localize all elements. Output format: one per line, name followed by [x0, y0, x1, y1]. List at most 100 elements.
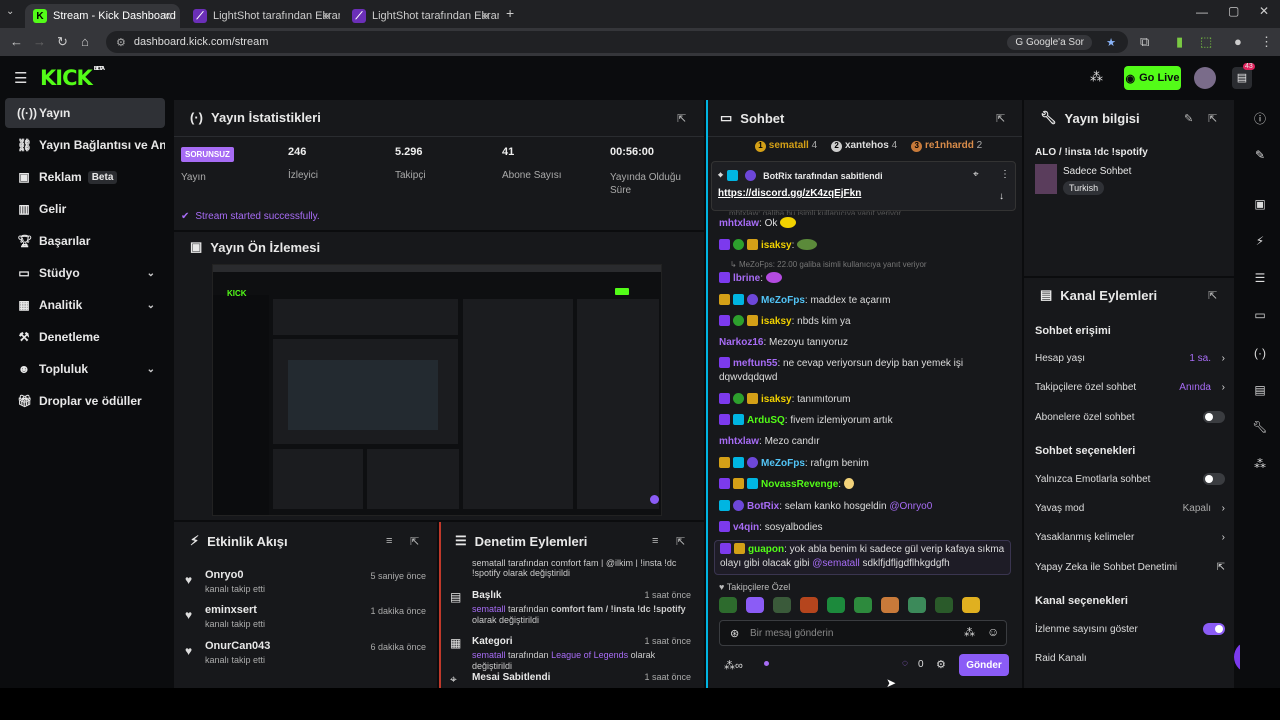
emote-button[interactable] — [773, 597, 791, 613]
chat-icon[interactable]: ▭ — [1240, 301, 1280, 329]
chat-username[interactable]: BotRix — [747, 501, 779, 512]
emote-button[interactable] — [800, 597, 818, 613]
emote-button[interactable] — [935, 597, 953, 613]
send-button[interactable]: Gönder — [959, 654, 1009, 676]
tab-close-icon[interactable]: ✕ — [482, 10, 491, 23]
emote-button[interactable] — [719, 597, 737, 613]
chat-username[interactable]: lbrine — [733, 273, 760, 284]
translate-icon[interactable]: ⬚ — [1200, 34, 1212, 50]
channel-icon[interactable]: ▤ — [1240, 376, 1280, 404]
chat-settings-icon[interactable]: ⊛ — [730, 627, 739, 640]
list-icon[interactable]: ☰ — [1240, 264, 1280, 292]
more-options-icon[interactable]: ⋮ — [1000, 169, 1010, 180]
pinned-link[interactable]: https://discord.gg/zK4zqEjFkn — [718, 188, 861, 199]
chat-username[interactable]: NovassRevenge — [761, 479, 838, 490]
url-input[interactable]: ⚙ dashboard.kick.com/stream G Google'a S… — [106, 31, 1128, 53]
tab-lightshot-2[interactable]: ⟋ LightShot tarafından Ekran Gör ✕ — [344, 4, 499, 28]
setting-follower-chat[interactable]: Takipçilere özel sohbet Anında › — [1035, 382, 1225, 393]
chat-username[interactable]: ArduSQ — [747, 415, 785, 426]
extension-icon[interactable]: ▮ — [1176, 34, 1183, 50]
popout-icon[interactable]: ⇱ — [1208, 112, 1217, 125]
chat-username[interactable]: mhtxlaw — [719, 218, 759, 229]
tab-close-icon[interactable]: ✕ — [163, 10, 172, 23]
community-icon[interactable]: ⁂∞ — [724, 659, 743, 672]
sidebar-item-reklam[interactable]: ▣ Reklam Beta — [5, 162, 165, 192]
tab-lightshot-1[interactable]: ⟋ LightShot tarafından Ekran Gör ✕ — [185, 4, 340, 28]
filter-icon[interactable]: ≡ — [652, 535, 658, 547]
emote-button[interactable] — [962, 597, 980, 613]
filter-icon[interactable]: ≡ — [386, 535, 392, 547]
emote-button[interactable] — [854, 597, 872, 613]
chat-username[interactable]: MeZoFps — [761, 458, 805, 469]
wrench-icon[interactable]: 🔧︎ — [1240, 413, 1280, 441]
chat-username[interactable]: Narkoz16 — [719, 337, 763, 348]
reload-icon[interactable]: ↻ — [57, 34, 68, 50]
user-avatar[interactable] — [1194, 67, 1216, 89]
activity-user[interactable]: eminxsert — [205, 604, 257, 616]
activity-user[interactable]: OnurCan043 — [205, 640, 270, 652]
emote-only-toggle[interactable] — [1203, 473, 1225, 485]
sidebar-item-gelir[interactable]: ▥ Gelir — [5, 194, 165, 224]
sidebar-item-stream-key[interactable]: ⛓ Yayın Bağlantısı ve Anahtar — [5, 130, 165, 160]
chat-username[interactable]: v4qin — [733, 522, 759, 533]
gifter-item[interactable]: 2 xantehos 4 — [831, 140, 897, 152]
gifter-item[interactable]: 3 re1nhardd 2 — [911, 140, 982, 152]
chat-username[interactable]: isaksy — [761, 394, 792, 405]
back-icon[interactable]: ← — [10, 34, 23, 49]
google-lens-button[interactable]: G Google'a Sor — [1007, 34, 1092, 50]
home-icon[interactable]: ⌂ — [81, 34, 89, 49]
sub-chat-toggle[interactable] — [1203, 411, 1225, 423]
expand-down-icon[interactable]: ↓ — [999, 191, 1004, 202]
minimize-icon[interactable]: — — [1196, 5, 1208, 19]
stats-icon[interactable]: ▣ — [1240, 190, 1280, 218]
sidebar-item-studyo[interactable]: ▭ Stüdyo ⌄ — [5, 258, 165, 288]
emoji-icon[interactable]: ☺ — [987, 625, 999, 639]
sidebar-item-analitik[interactable]: ▦ Analitik ⌄ — [5, 290, 165, 320]
setting-ai-moderation[interactable]: Yapay Zeka ile Sohbet Denetimi ⇱ — [1035, 562, 1225, 573]
chat-username[interactable]: meftun55 — [733, 358, 777, 369]
mod-user[interactable]: sematall — [472, 604, 506, 614]
broadcast-icon[interactable]: (·) — [1240, 339, 1280, 367]
hamburger-menu-icon[interactable]: ☰ — [14, 69, 27, 87]
setting-slow-mode[interactable]: Yavaş mod Kapalı › — [1035, 503, 1225, 514]
chat-username[interactable]: isaksy — [761, 316, 792, 327]
tab-kick-dashboard[interactable]: K Stream - Kick Dashboard ✕ — [25, 4, 180, 28]
chat-input[interactable]: ⊛ Bir mesaj gönderin ⁂ ☺ — [719, 620, 1007, 646]
forward-icon[interactable]: → — [33, 34, 46, 49]
community-icon[interactable]: ⁂ — [1240, 450, 1280, 478]
setting-account-age[interactable]: Hesap yaşı 1 sa. › — [1035, 353, 1225, 364]
mod-user[interactable]: sematall — [472, 650, 506, 660]
menu-dots-icon[interactable]: ⋮ — [1260, 34, 1273, 50]
popout-icon[interactable]: ⇱ — [1208, 289, 1217, 302]
unpin-icon[interactable]: ⌖ — [973, 169, 979, 180]
gifter-item[interactable]: 1 sematall 4 — [755, 140, 817, 152]
extensions-icon[interactable]: ⧉ — [1140, 34, 1149, 50]
show-viewers-toggle[interactable] — [1203, 623, 1225, 635]
profile-avatar-icon[interactable]: ● — [1234, 34, 1242, 49]
new-tab-icon[interactable]: + — [506, 5, 514, 21]
tab-search-icon[interactable]: ⌄ — [6, 6, 14, 17]
emote-tool-icon[interactable]: ⁂ — [1090, 69, 1103, 85]
setting-banned-words[interactable]: Yasaklanmış kelimeler › — [1035, 532, 1225, 543]
maximize-icon[interactable]: ▢ — [1228, 4, 1239, 18]
edit-icon[interactable]: ✎ — [1240, 141, 1280, 169]
chat-gear-icon[interactable]: ⚙ — [936, 658, 946, 671]
activity-user[interactable]: Onryo0 — [205, 569, 244, 581]
chat-mention[interactable]: @Onryo0 — [889, 501, 932, 512]
chat-username[interactable]: isaksy — [761, 240, 792, 251]
chat-username[interactable]: mhtxlaw — [719, 436, 759, 447]
popout-icon[interactable]: ⇱ — [996, 112, 1005, 125]
go-live-button[interactable]: ◉ Go Live — [1124, 66, 1181, 90]
popout-icon[interactable]: ⇱ — [677, 112, 686, 125]
setting-raid[interactable]: Raid Kanalı — [1035, 653, 1225, 664]
info-icon[interactable]: ⓘ — [1240, 104, 1280, 132]
edit-icon[interactable]: ✎ — [1184, 112, 1193, 125]
bookmark-star-icon[interactable]: ★ — [1106, 36, 1116, 49]
window-close-icon[interactable]: ✕ — [1259, 4, 1269, 18]
popout-icon[interactable]: ⇱ — [410, 535, 419, 548]
sidebar-item-yayin[interactable]: ((·)) Yayın — [5, 98, 165, 128]
kick-logo[interactable]: KICK BETA — [40, 66, 105, 90]
emote-button[interactable] — [746, 597, 764, 613]
chat-username[interactable]: guapon — [748, 544, 784, 555]
emote-button[interactable] — [827, 597, 845, 613]
